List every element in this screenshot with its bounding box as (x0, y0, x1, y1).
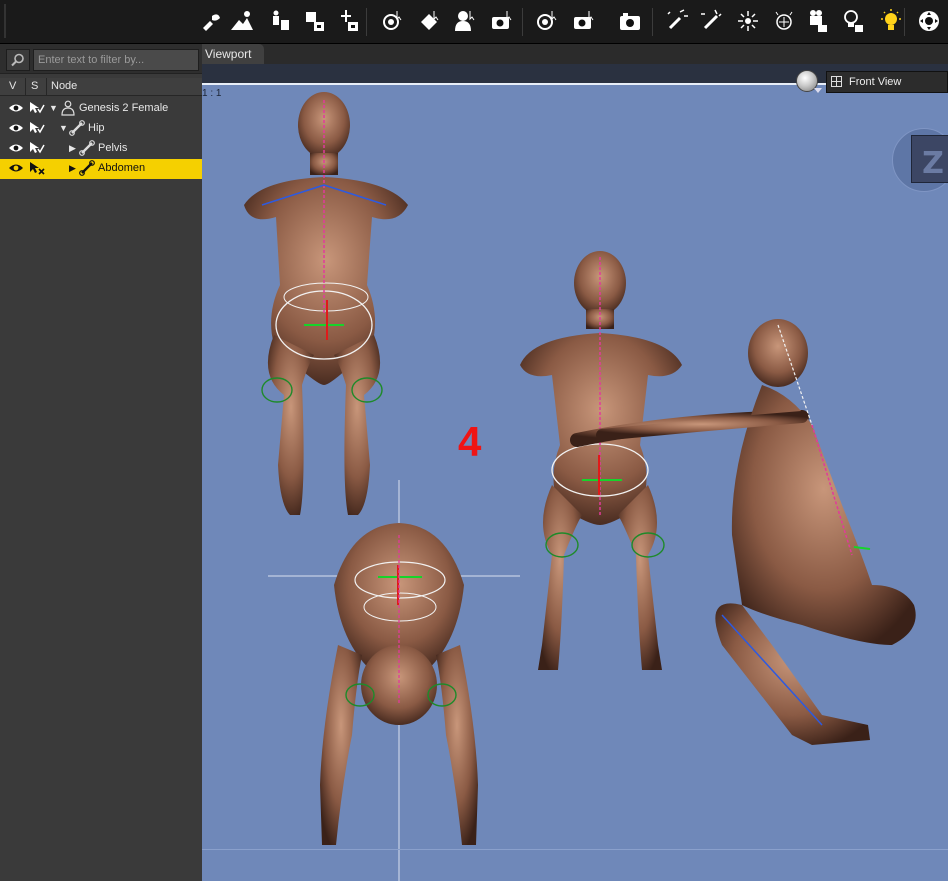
aspect-ratio-label: 1 : 1 (202, 88, 222, 99)
figure-node-icon (59, 100, 77, 119)
tree-row-label: Pelvis (98, 142, 128, 154)
tree-row-label: Hip (88, 122, 105, 134)
filter-input[interactable] (33, 49, 199, 71)
scene-pane: V S Node ▼ Genesis 2 Female ▼ Hip ▶ Pelv… (0, 44, 202, 881)
linear-light-icon[interactable] (769, 6, 799, 36)
tree-row-label: Genesis 2 Female (79, 102, 169, 114)
bone-icon (69, 120, 85, 139)
camera-select-icon[interactable] (569, 6, 599, 36)
viewport-canvas[interactable] (202, 85, 948, 881)
tree-row-abdomen[interactable]: ▶ Abdomen (0, 159, 202, 179)
view-grid-icon (831, 76, 842, 87)
selectable-cursor-icon[interactable] (29, 141, 45, 158)
chevron-down-icon[interactable] (814, 88, 822, 93)
bone-icon (79, 140, 95, 159)
toolbar-separator (904, 8, 905, 36)
scene-identification-icon[interactable] (334, 6, 364, 36)
view-cube-face[interactable]: Z (911, 135, 948, 183)
render-to-new-icon[interactable] (300, 6, 330, 36)
light-bulb-icon[interactable] (838, 6, 868, 36)
figure-icon[interactable] (265, 6, 295, 36)
toolbar-separator (366, 8, 367, 36)
viewport-bottom-line (202, 849, 948, 850)
filter-row (0, 44, 202, 74)
expand-arrow-icon[interactable]: ▼ (49, 103, 58, 113)
figure-top-view[interactable] (268, 480, 520, 881)
rotate-camera-icon[interactable] (378, 6, 408, 36)
video-camera-icon[interactable] (802, 6, 832, 36)
tree-row-pelvis[interactable]: ▶ Pelvis (0, 139, 202, 159)
scene-figures[interactable] (202, 85, 948, 881)
view-select-label: Front View (849, 76, 902, 88)
paint-tool-icon[interactable] (415, 6, 445, 36)
tab-viewport[interactable]: Viewport (202, 44, 264, 64)
eye-icon[interactable] (8, 103, 24, 116)
figure-back-view[interactable] (244, 92, 408, 515)
toolbar-grip[interactable] (4, 4, 6, 38)
column-divider (46, 78, 47, 96)
distant-light-icon[interactable] (697, 6, 727, 36)
view-select[interactable]: Front View (826, 71, 948, 93)
eye-icon[interactable] (8, 143, 24, 156)
view-cube-label: Z (922, 146, 944, 181)
column-header: V S Node (0, 78, 202, 96)
collapse-arrow-icon[interactable]: ▶ (69, 163, 76, 174)
point-light-icon[interactable] (733, 6, 763, 36)
column-visible[interactable]: V (9, 80, 16, 92)
tree-row-label: Abdomen (98, 162, 146, 174)
not-selectable-cursor-icon[interactable] (29, 161, 45, 178)
main-toolbar (0, 0, 948, 44)
selectable-cursor-icon[interactable] (29, 121, 45, 138)
view-cube[interactable]: Z (892, 128, 948, 192)
selectable-cursor-icon[interactable] (29, 101, 45, 118)
collapse-arrow-icon[interactable]: ▶ (69, 143, 76, 154)
toolbar-separator (522, 8, 523, 36)
search-icon[interactable] (6, 49, 30, 71)
toolbar-separator (652, 8, 653, 36)
eye-icon[interactable] (8, 123, 24, 136)
expand-arrow-icon[interactable]: ▼ (59, 123, 68, 133)
universal-tool-icon[interactable] (196, 6, 226, 36)
camera-cube-icon[interactable] (487, 6, 517, 36)
step-number-annotation: 4 (458, 418, 482, 465)
tree-row-hip[interactable]: ▼ Hip (0, 119, 202, 139)
column-selectable[interactable]: S (31, 80, 38, 92)
environment-icon[interactable] (227, 6, 257, 36)
tree-row-genesis-2-female[interactable]: ▼ Genesis 2 Female (0, 99, 202, 119)
bone-icon (79, 160, 95, 179)
column-node[interactable]: Node (51, 80, 77, 92)
spotlight-icon[interactable] (662, 6, 692, 36)
eye-icon[interactable] (8, 163, 24, 176)
headlamp-icon[interactable] (876, 6, 906, 36)
orbit-camera-icon[interactable] (532, 6, 562, 36)
camera-icon[interactable] (615, 6, 645, 36)
viewport-tabbar: Viewport (202, 44, 948, 64)
person-select-icon[interactable] (450, 6, 480, 36)
column-divider (25, 78, 26, 96)
navigation-icon[interactable] (914, 6, 944, 36)
